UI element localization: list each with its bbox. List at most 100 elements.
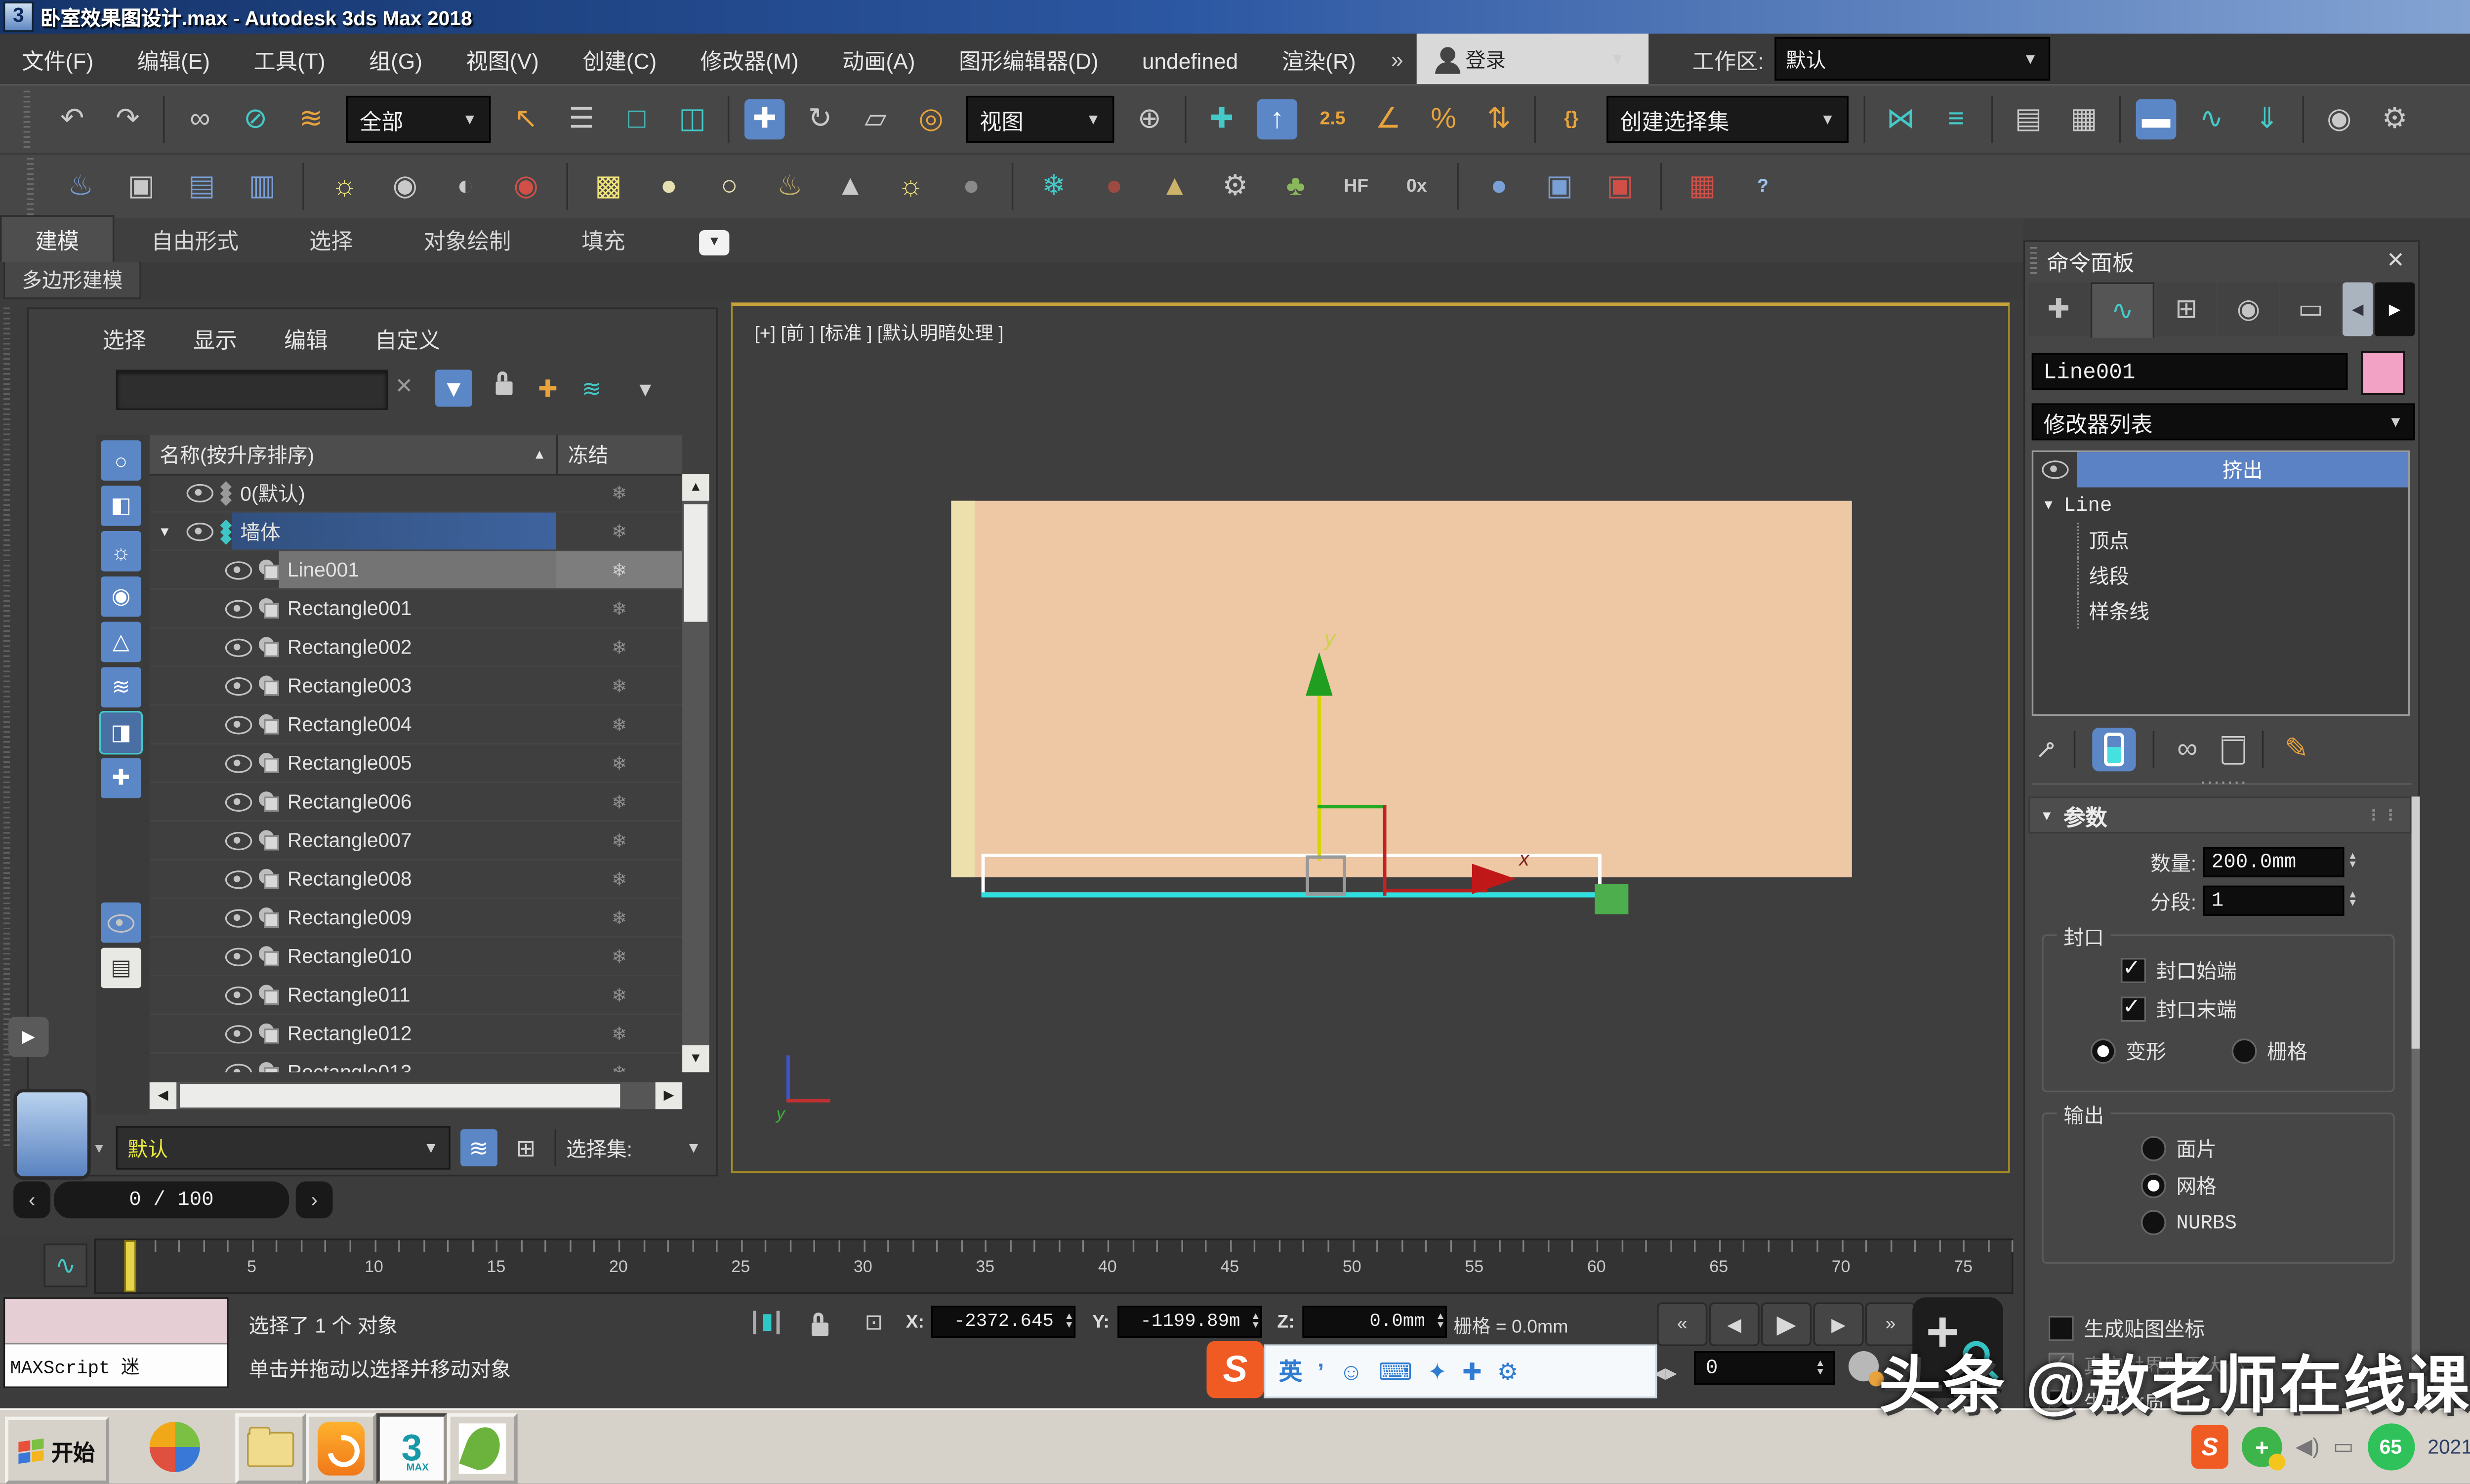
subobject-spline-row[interactable]: 样条线 [2033, 593, 2408, 628]
tab-hierarchy[interactable]: ⊞ [2156, 283, 2217, 336]
modifier-list-dropdown[interactable]: 修改器列表▼ [2032, 403, 2415, 440]
selection-handle[interactable] [1595, 884, 1628, 914]
separator[interactable] [2302, 96, 2304, 143]
separator[interactable] [1991, 96, 1993, 143]
scene-row-Rectangle006[interactable]: Rectangle006❄ [150, 783, 682, 822]
unlink-selection-icon[interactable]: ⊘ [235, 99, 276, 140]
horizontal-scrollbar[interactable]: ◀▶ [150, 1082, 682, 1109]
snaps-toggle-icon[interactable]: 2.5 [1313, 99, 1353, 140]
pyramid-icon[interactable]: ▲ [1154, 166, 1195, 207]
volume-icon[interactable]: ◀) [2296, 1434, 2320, 1460]
spinner[interactable]: ▲▼ [2347, 892, 2357, 909]
hf-icon[interactable]: HF [1336, 166, 1376, 207]
ribbon-tab-modeling[interactable]: 建模 [0, 215, 114, 262]
battery-percent-badge[interactable]: 65 [2367, 1423, 2414, 1470]
toggle-scene-explorer-icon[interactable]: ▤ [2008, 99, 2049, 140]
select-and-rotate-icon[interactable]: ↻ [800, 99, 840, 140]
select-and-move-icon[interactable]: ✚ [744, 99, 785, 140]
panel-scrollbar[interactable] [2412, 796, 2420, 1393]
grid-radio[interactable] [2232, 1038, 2257, 1064]
foliage-icon[interactable]: ♣ [1276, 166, 1316, 207]
previous-frame-icon[interactable]: ◀ [1709, 1302, 1760, 1346]
spinner[interactable]: ▲▼ [2347, 854, 2357, 870]
object-name-field[interactable]: Line001 [2032, 353, 2348, 390]
filter-geometry-icon[interactable]: ◨ [101, 712, 141, 753]
cap-end-checkbox[interactable] [2121, 996, 2146, 1022]
maxscript-macro-area[interactable] [5, 1299, 227, 1345]
scene-explorer-menu-item[interactable]: 显示 [193, 323, 237, 355]
tab-display[interactable]: ▭ [2280, 283, 2341, 336]
subobject-segment-row[interactable]: 线段 [2033, 558, 2408, 593]
angle-snap-icon[interactable]: ∠ [1368, 99, 1408, 140]
uc-browser-task-button[interactable] [306, 1413, 376, 1484]
chevron-down-icon[interactable]: ▾ [627, 370, 664, 407]
menu-item[interactable]: 渲染(R) [1260, 48, 1377, 73]
ime-settings-icon[interactable]: ⚙ [1497, 1357, 1519, 1386]
separator[interactable] [302, 163, 304, 210]
cone-icon[interactable]: ▲ [830, 166, 870, 207]
exposure-dialog-icon[interactable]: ▥ [242, 166, 283, 207]
segments-field[interactable]: 1 [2203, 886, 2345, 916]
selection-filter-select[interactable]: 全部▼ [346, 96, 491, 143]
redo-icon[interactable]: ↷ [108, 99, 148, 140]
ime-mode-icon[interactable]: ’ [1317, 1358, 1324, 1385]
current-frame-field[interactable]: 0▲▼ [1694, 1351, 1835, 1385]
keyboard-override-icon[interactable]: ↑ [1257, 99, 1298, 140]
reference-coordsys-select[interactable]: 视图▼ [966, 96, 1114, 143]
title-bar[interactable]: 3 卧室效果图设计.max - Autodesk 3ds Max 2018 – … [0, 0, 2470, 34]
scene-explorer-header[interactable]: 名称(按升序排序) ▲ 冻结 [150, 435, 682, 476]
scene-explorer-menu-item[interactable]: 自定义 [375, 323, 441, 355]
separator[interactable] [566, 163, 568, 210]
menu-item[interactable]: 修改器(M) [678, 48, 820, 73]
help-icon[interactable]: ? [1743, 166, 1783, 207]
menu-item[interactable]: 动画(A) [821, 48, 937, 73]
light-lister-icon[interactable]: ☼ [325, 166, 365, 207]
chevron-down-icon[interactable]: ▼ [686, 1139, 701, 1156]
toggle-ribbon-icon[interactable]: ▬ [2136, 99, 2177, 140]
clock-date[interactable]: 2021/3/26 [2428, 1436, 2470, 1458]
scene-row-Rectangle012[interactable]: Rectangle012❄ [150, 1015, 682, 1054]
dome-light-icon[interactable]: ● [951, 166, 991, 207]
blue-sphere-icon[interactable]: ● [1479, 166, 1520, 207]
filter-cameras-icon[interactable]: ◉ [101, 577, 141, 617]
scroll-tabs-right-icon[interactable]: ▶ [2375, 283, 2415, 336]
scroll-tabs-left-icon[interactable]: ◀ [2343, 283, 2373, 336]
rect-light-icon[interactable]: ▩ [588, 166, 629, 207]
chevron-down-icon[interactable]: ▼ [92, 1140, 106, 1155]
tab-modify[interactable]: ∿ [2091, 283, 2154, 338]
active-layer-combo[interactable]: 默认▼ [116, 1126, 450, 1169]
toolbar-drag-handle[interactable] [24, 91, 31, 148]
login-button[interactable]: 登录 ▼ [1417, 34, 1648, 84]
select-and-place-icon[interactable]: ◎ [911, 99, 951, 140]
select-and-manipulate-icon[interactable]: ✚ [1201, 99, 1242, 140]
mirror-icon[interactable]: ⋈ [1881, 99, 1921, 140]
render-setup-icon[interactable]: ⚙ [2375, 99, 2415, 140]
network-icon[interactable]: ▭ [2333, 1434, 2354, 1460]
rendered-frame-window-icon[interactable]: ▣ [121, 166, 162, 207]
filter-shapes-icon[interactable]: ◧ [101, 486, 141, 526]
file-explorer-task-button[interactable] [235, 1413, 306, 1484]
panel-icon[interactable]: ▣ [1539, 166, 1580, 207]
ribbon-tab-populate[interactable]: 填充 [548, 217, 659, 262]
sogou-logo-icon[interactable]: S [1206, 1341, 1264, 1399]
scene-row-0(默认)[interactable]: ◆0(默认)❄ [150, 474, 682, 512]
ribbon-tab-selection[interactable]: 选择 [276, 217, 387, 262]
filter-lights-icon[interactable]: ☼ [101, 531, 141, 572]
list-view-icon[interactable]: ▤ [101, 948, 141, 989]
remove-modifier-icon[interactable] [2221, 735, 2245, 764]
go-to-start-icon[interactable]: « [1657, 1302, 1707, 1346]
camera-icon[interactable]: ◉ [385, 166, 425, 207]
select-object-icon[interactable]: ↖ [506, 99, 546, 140]
edit-named-selection-sets-icon[interactable]: {} [1551, 99, 1592, 140]
menu-item[interactable]: 视图(V) [444, 48, 561, 73]
next-frame-button[interactable]: › [296, 1181, 333, 1218]
visibility-eye-icon[interactable] [101, 903, 141, 943]
bind-to-space-warp-icon[interactable]: ≋ [291, 99, 331, 140]
isolate-selection-icon[interactable] [748, 1304, 785, 1341]
gold-teapot-icon[interactable]: ♨ [770, 166, 810, 207]
menu-item[interactable]: 组(G) [347, 48, 445, 73]
scene-row-Rectangle002[interactable]: Rectangle002❄ [150, 628, 682, 667]
ime-keyboard-icon[interactable]: ⌨ [1378, 1357, 1412, 1386]
select-by-name-icon[interactable]: ☰ [561, 99, 602, 140]
mini-curve-editor-icon[interactable]: ∿ [43, 1243, 87, 1287]
